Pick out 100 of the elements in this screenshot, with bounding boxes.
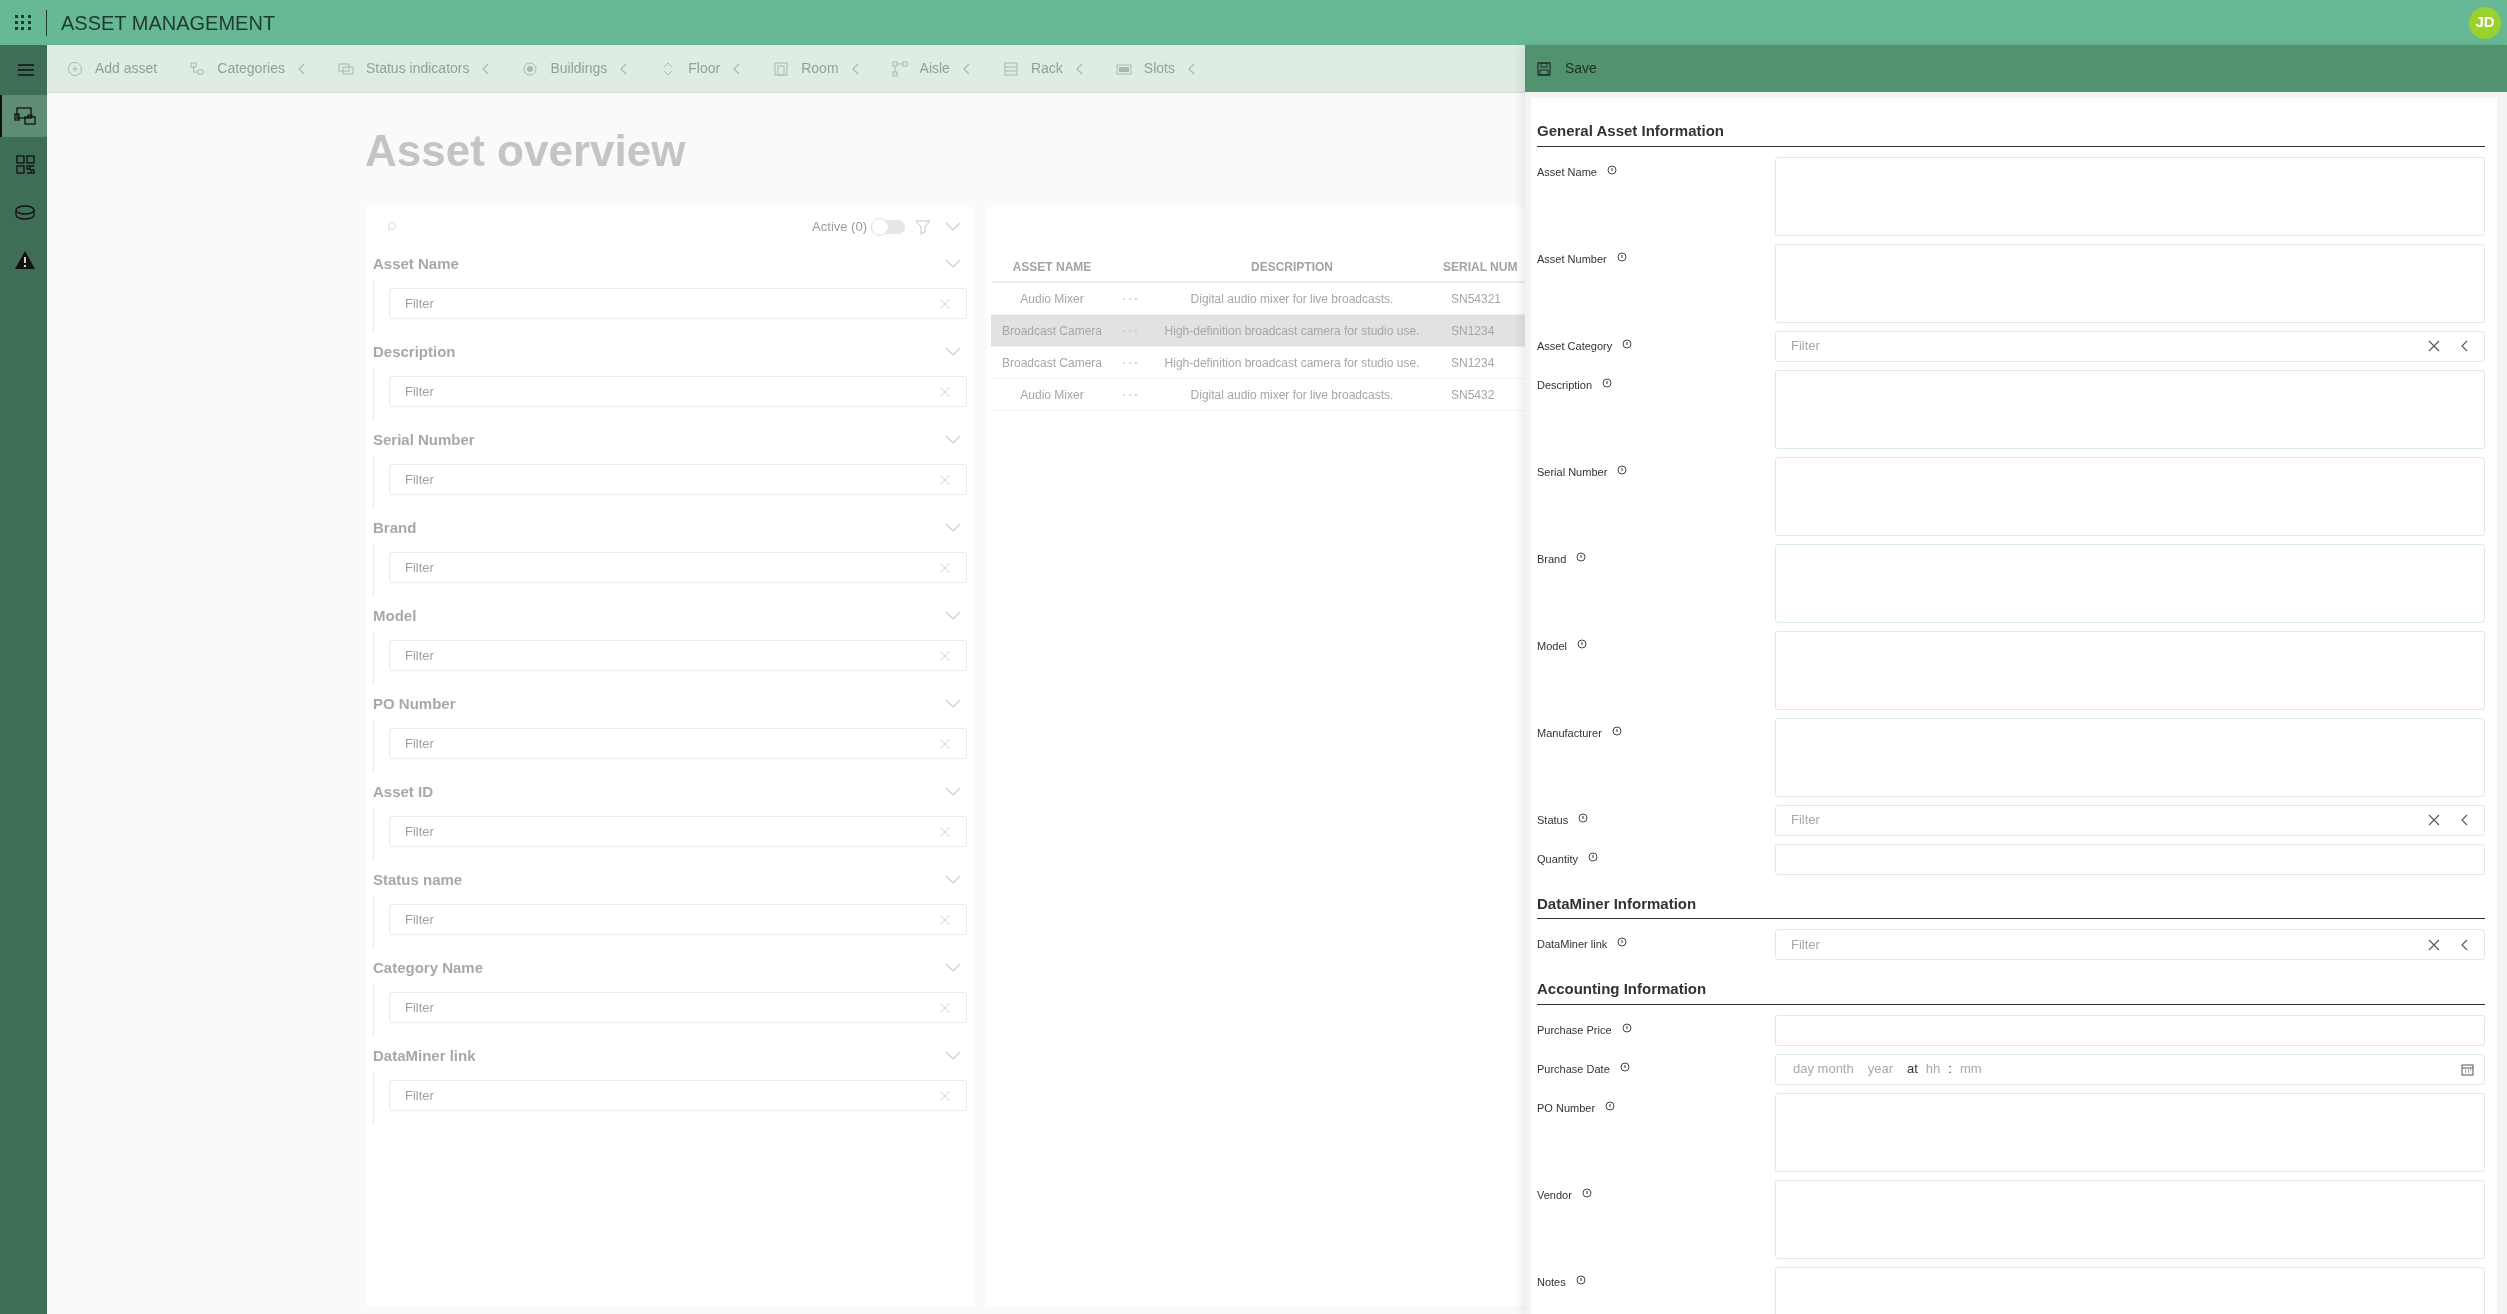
info-icon[interactable] — [1578, 812, 1589, 823]
table-cell-text: Audio Mixer — [1019, 386, 1085, 404]
expand-icon[interactable] — [945, 259, 961, 269]
chevron-icon[interactable] — [2460, 340, 2469, 352]
clear-icon[interactable] — [2428, 938, 2440, 951]
filter-field[interactable]: Filter — [389, 464, 967, 495]
toolbar-button[interactable]: Add asset — [53, 50, 172, 87]
filter-field[interactable]: Filter — [389, 728, 967, 759]
toolbar-button[interactable]: Buildings — [508, 50, 643, 87]
save-icon — [1537, 61, 1551, 76]
info-icon[interactable] — [1606, 164, 1617, 175]
filter-label: Serial Number — [373, 429, 475, 450]
dropdown-field[interactable]: Filter — [1775, 330, 2485, 362]
text-area[interactable] — [1775, 543, 2485, 623]
expand-icon[interactable] — [945, 435, 961, 445]
toolbar-button[interactable]: Aisle — [877, 50, 985, 87]
expand-icon[interactable] — [945, 523, 961, 533]
rack-icon — [1002, 60, 1019, 77]
table-cell-text: Broadcast Camera — [1000, 354, 1103, 372]
filter-field[interactable]: Filter — [389, 640, 967, 671]
expand-icon[interactable] — [945, 1051, 961, 1061]
clear-icon[interactable] — [2428, 814, 2440, 826]
filter-field[interactable]: Filter — [389, 1080, 967, 1111]
info-icon[interactable] — [1587, 851, 1598, 862]
input-field[interactable] — [1775, 843, 2485, 875]
save-button[interactable]: Save — [1537, 58, 1597, 79]
toolbar-button[interactable]: Status indicators — [323, 50, 505, 87]
info-icon[interactable] — [1617, 464, 1628, 475]
filter-icon[interactable] — [915, 219, 931, 235]
expand-icon[interactable] — [945, 611, 961, 621]
field-label: Description — [1537, 377, 1593, 393]
expand-icon[interactable] — [945, 347, 961, 357]
expand-icon[interactable] — [945, 963, 961, 973]
chevron-icon[interactable] — [2460, 938, 2469, 951]
field-label: Asset Name — [1537, 164, 1597, 180]
info-icon[interactable] — [1622, 338, 1633, 349]
text-area[interactable] — [1775, 456, 2485, 536]
text-area[interactable] — [1775, 1179, 2485, 1259]
chevron-icon — [619, 62, 629, 75]
devices-icon — [13, 105, 36, 127]
filter-field[interactable]: Filter — [389, 288, 967, 319]
input-field[interactable] — [1775, 1014, 2485, 1046]
more-icon[interactable] — [1122, 360, 1138, 365]
text-area[interactable] — [1775, 243, 2485, 323]
expand-icon[interactable] — [945, 222, 961, 232]
table-cell-text: High-definition broadcast camera for studio use. — [1163, 322, 1421, 340]
info-icon[interactable] — [1575, 1274, 1586, 1285]
filter-field[interactable]: Filter — [389, 816, 967, 847]
user-avatar[interactable]: JD — [2469, 6, 2501, 39]
info-icon[interactable] — [1619, 1061, 1630, 1072]
info-icon[interactable] — [1576, 638, 1587, 649]
toolbar-button[interactable]: Room — [759, 50, 874, 87]
active-toggle[interactable] — [873, 220, 905, 234]
info-icon[interactable] — [1602, 377, 1613, 388]
more-icon[interactable] — [1122, 296, 1138, 301]
info-icon[interactable] — [1617, 937, 1628, 947]
expand-icon[interactable] — [945, 875, 961, 885]
info-icon[interactable] — [1616, 251, 1627, 262]
search-icon[interactable] — [387, 221, 399, 233]
toolbar-button[interactable]: Categories — [175, 50, 320, 87]
expand-icon[interactable] — [945, 787, 961, 797]
column-header[interactable]: SERIAL NUM — [1443, 258, 1518, 276]
filter-label: Asset Name — [373, 253, 459, 274]
toolbar-button[interactable]: Slots — [1101, 50, 1210, 87]
filter-field[interactable]: Filter — [389, 552, 967, 583]
column-header[interactable]: ASSET NAME — [991, 258, 1113, 276]
filter-field[interactable]: Filter — [389, 992, 967, 1023]
info-icon[interactable] — [1611, 725, 1622, 736]
date-field[interactable]: day month year at hh : mm — [1775, 1053, 2485, 1085]
calendar-icon[interactable] — [2461, 1062, 2474, 1076]
filter-field[interactable]: Filter — [389, 904, 967, 935]
section-heading: Accounting Information — [1537, 978, 2485, 1005]
info-icon[interactable] — [1581, 1187, 1592, 1198]
filter-label: DataMiner link — [373, 1045, 476, 1066]
text-area[interactable] — [1775, 630, 2485, 710]
filter-field[interactable]: Filter — [389, 376, 967, 407]
expand-icon[interactable] — [945, 699, 961, 709]
nav-item[interactable] — [0, 95, 47, 137]
field-label: Asset Category — [1537, 338, 1613, 354]
info-icon[interactable] — [1605, 1100, 1616, 1111]
clear-icon[interactable] — [2428, 340, 2440, 352]
toolbar-button[interactable]: Floor — [646, 50, 756, 87]
dropdown-field[interactable]: Filter — [1775, 929, 2485, 960]
info-icon[interactable] — [1621, 1022, 1632, 1033]
table-row[interactable]: Broadcast Camera High-definition broadcast camera for studio use. SN1234 — [991, 315, 1525, 347]
text-area[interactable] — [1775, 1092, 2485, 1172]
radio-icon — [522, 60, 539, 77]
column-header[interactable]: DESCRIPTION — [1147, 258, 1437, 276]
chevron-icon[interactable] — [2460, 814, 2469, 826]
info-icon[interactable] — [1576, 551, 1587, 562]
toolbar-button[interactable]: Rack — [988, 50, 1098, 87]
text-area[interactable] — [1775, 369, 2485, 449]
text-area[interactable] — [1775, 156, 2485, 236]
add-icon — [67, 60, 83, 77]
table-cell-text: SN1234 — [1451, 354, 1495, 372]
table-cell-text: SN54321 — [1451, 290, 1502, 308]
text-area[interactable] — [1775, 717, 2485, 797]
dropdown-field[interactable]: Filter — [1775, 804, 2485, 836]
more-icon[interactable] — [1122, 392, 1138, 397]
chevron-icon — [850, 62, 860, 75]
